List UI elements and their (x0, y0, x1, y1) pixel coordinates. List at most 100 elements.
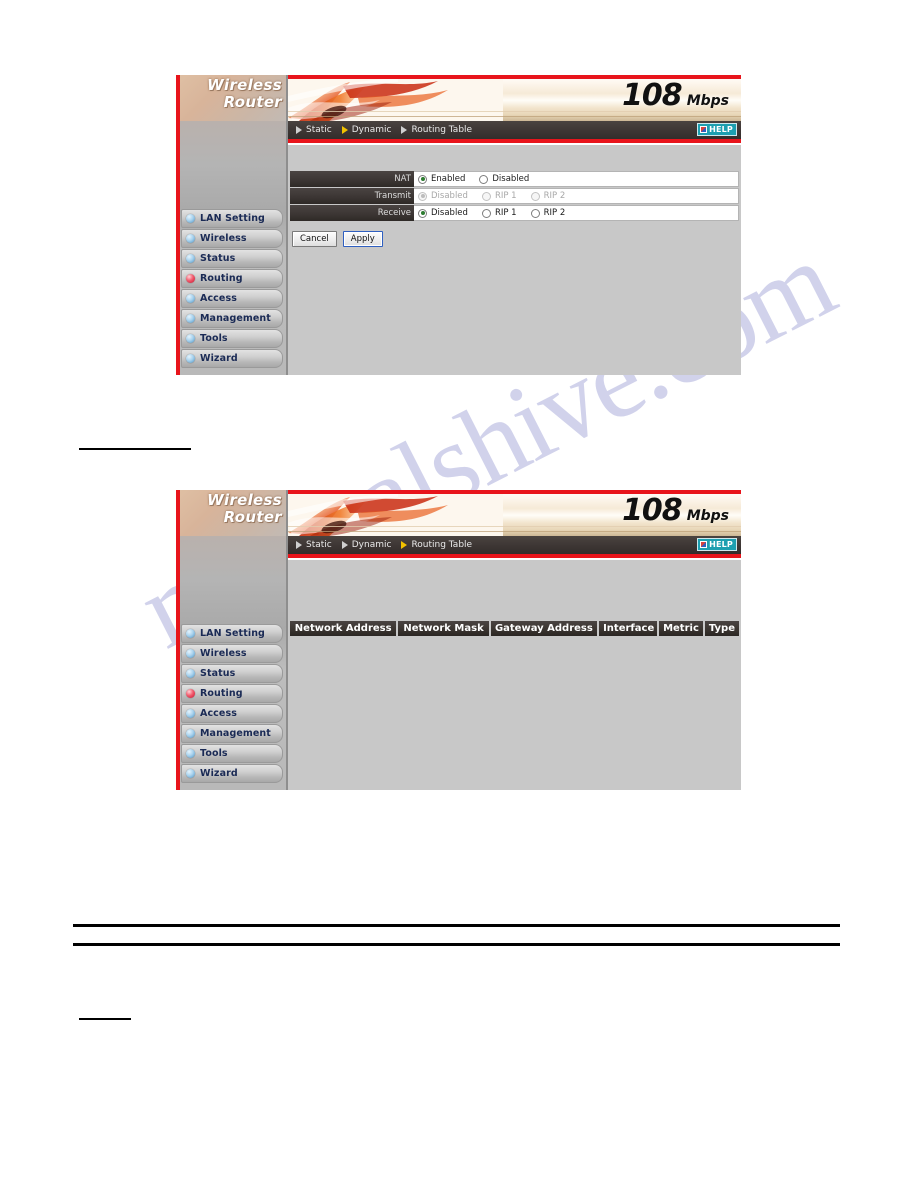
radio-option-label: Disabled (431, 191, 468, 201)
radio-option-label: RIP 1 (494, 191, 517, 201)
sidebar-item-label: Wizard (200, 768, 238, 779)
tab-routing-table[interactable]: Routing Table (401, 125, 472, 135)
sidebar-item-management[interactable]: Management (181, 309, 283, 328)
form-row-label: Transmit (290, 188, 414, 204)
sidebar-menu: LAN Setting Wireless Status Routing Acce… (176, 209, 286, 369)
tab-static[interactable]: Static (296, 540, 332, 550)
tab-dynamic[interactable]: Dynamic (341, 540, 392, 550)
page-divider-1 (73, 924, 840, 927)
sidebar-item-wireless[interactable]: Wireless (181, 229, 283, 248)
blue-bullet-icon (186, 729, 195, 738)
sidebar-item-tools[interactable]: Tools (181, 329, 283, 348)
product-logo: Wireless Router (176, 75, 286, 121)
apply-button[interactable]: Apply (342, 231, 383, 247)
sidebar-item-access[interactable]: Access (181, 704, 283, 723)
product-logo-text: Wireless Router (207, 77, 282, 111)
banner-artwork-icon (288, 78, 503, 121)
logo-line-2: Router (223, 93, 282, 111)
radio-button-icon[interactable] (481, 208, 491, 218)
radio-option-receive-rip1[interactable]: RIP 1 (481, 208, 517, 218)
arrow-right-icon (401, 126, 408, 134)
radio-option-receive-rip2[interactable]: RIP 2 (530, 208, 566, 218)
logo-line-1: Wireless (207, 76, 282, 94)
section-underline-upper (79, 448, 191, 450)
speed-number: 108 (622, 78, 683, 113)
sidebar-item-lan-setting[interactable]: LAN Setting (181, 209, 283, 228)
blue-bullet-icon (186, 649, 195, 658)
tab-dynamic[interactable]: Dynamic (341, 125, 391, 135)
sidebar-item-label: Status (200, 668, 236, 679)
cancel-button[interactable]: Cancel (292, 231, 337, 247)
radio-button-icon[interactable] (418, 208, 427, 218)
sidebar-item-wizard[interactable]: Wizard (181, 349, 283, 368)
sidebar-item-label: Tools (200, 333, 228, 344)
help-button[interactable]: HELP (697, 123, 737, 136)
form-row-label: Receive (290, 205, 414, 221)
sidebar-item-wizard[interactable]: Wizard (181, 764, 283, 783)
radio-button-icon[interactable] (481, 191, 491, 201)
radio-button-icon[interactable] (530, 191, 540, 201)
column-header-network-mask: Network Mask (398, 621, 489, 636)
panel-body-dynamic: NAT Enabled Disabled Transmit Disabled R… (288, 145, 741, 375)
blue-bullet-icon (186, 749, 195, 758)
sidebar-item-label: Routing (200, 688, 243, 699)
sidebar-item-tools[interactable]: Tools (181, 744, 283, 763)
radio-button-icon[interactable] (418, 191, 427, 201)
blue-bullet-icon (186, 254, 195, 263)
sidebar-item-status[interactable]: Status (181, 664, 283, 683)
content-area: 108 Mbps Static Dynamic Routing Table HE… (288, 490, 741, 790)
left-red-accent-bar (176, 490, 180, 790)
sidebar-item-lan-setting[interactable]: LAN Setting (181, 624, 283, 643)
radio-option-label: RIP 2 (543, 208, 566, 218)
speed-unit: Mbps (686, 508, 729, 524)
form-button-row: Cancel Apply (292, 231, 389, 247)
router-screenshot-routing-table: Wireless Router LAN Setting Wireless Sta… (176, 490, 741, 790)
radio-button-icon[interactable] (418, 174, 427, 184)
red-bullet-icon (186, 274, 195, 283)
router-screenshot-dynamic: Wireless Router LAN Setting Wireless Sta… (176, 75, 741, 375)
radio-option-receive-disabled[interactable]: Disabled (418, 208, 468, 218)
radio-option-nat-enabled[interactable]: Enabled (418, 174, 465, 184)
routing-table-header-row: Network Address Network Mask Gateway Add… (290, 621, 739, 636)
sidebar-item-access[interactable]: Access (181, 289, 283, 308)
tab-static[interactable]: Static (296, 125, 332, 135)
sidebar-item-routing[interactable]: Routing (181, 684, 283, 703)
tab-label: Dynamic (351, 540, 392, 550)
radio-option-transmit-rip1[interactable]: RIP 1 (481, 191, 517, 201)
product-logo-text: Wireless Router (207, 492, 282, 526)
page-divider-2 (73, 943, 840, 946)
help-book-icon (700, 126, 708, 133)
help-button-label: HELP (709, 125, 733, 134)
form-row-field: Disabled RIP 1 RIP 2 (414, 188, 739, 204)
sidebar: Wireless Router LAN Setting Wireless Sta… (176, 75, 288, 375)
tab-navigation-bar: Static Dynamic Routing Table HELP (288, 121, 741, 139)
blue-bullet-icon (186, 214, 195, 223)
radio-option-label: Disabled (492, 174, 530, 184)
help-button-label: HELP (709, 540, 733, 549)
sidebar-item-management[interactable]: Management (181, 724, 283, 743)
tab-navigation-bar: Static Dynamic Routing Table HELP (288, 536, 741, 554)
sidebar: Wireless Router LAN Setting Wireless Sta… (176, 490, 288, 790)
panel-body-routing-table: Network Address Network Mask Gateway Add… (288, 560, 741, 790)
blue-bullet-icon (186, 314, 195, 323)
sidebar-item-wireless[interactable]: Wireless (181, 644, 283, 663)
blue-bullet-icon (186, 354, 195, 363)
radio-option-label: RIP 2 (543, 191, 566, 201)
tab-routing-table[interactable]: Routing Table (401, 540, 472, 550)
radio-option-transmit-disabled[interactable]: Disabled (418, 191, 468, 201)
sidebar-item-routing[interactable]: Routing (181, 269, 283, 288)
help-button[interactable]: HELP (697, 538, 737, 551)
sidebar-item-label: LAN Setting (200, 628, 265, 639)
sidebar-item-status[interactable]: Status (181, 249, 283, 268)
radio-option-nat-disabled[interactable]: Disabled (479, 174, 529, 184)
logo-line-1: Wireless (207, 491, 282, 509)
blue-bullet-icon (186, 334, 195, 343)
radio-option-label: Enabled (431, 174, 466, 184)
form-row-field: Disabled RIP 1 RIP 2 (414, 205, 739, 221)
sidebar-menu: LAN Setting Wireless Status Routing Acce… (176, 624, 286, 784)
tab-label: Routing Table (411, 125, 473, 135)
blue-bullet-icon (186, 769, 195, 778)
radio-button-icon[interactable] (530, 208, 540, 218)
radio-option-transmit-rip2[interactable]: RIP 2 (530, 191, 566, 201)
radio-button-icon[interactable] (479, 174, 489, 184)
